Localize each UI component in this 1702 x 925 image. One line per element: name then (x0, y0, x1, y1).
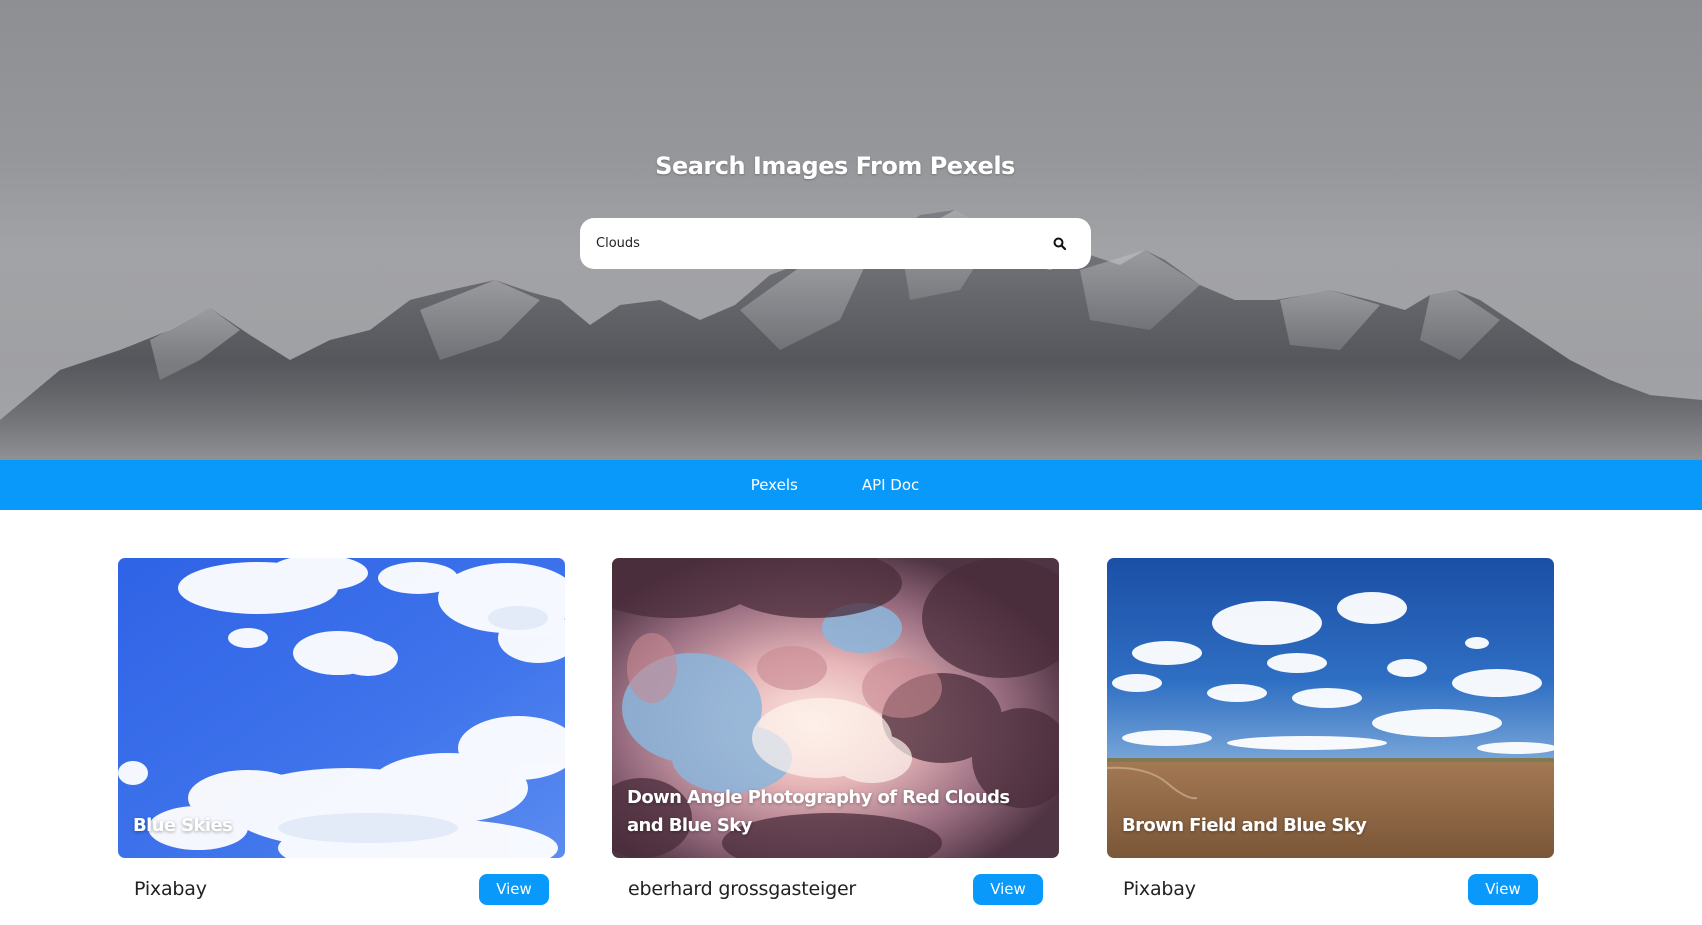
view-button[interactable]: View (973, 873, 1043, 905)
nav-link-api-doc[interactable]: API Doc (862, 476, 919, 494)
search-bar (580, 218, 1091, 269)
photographer-name: Pixabay (1123, 878, 1196, 900)
image-card: Brown Field and Blue Sky Pixabay View (1107, 558, 1554, 920)
search-button[interactable] (1047, 232, 1071, 256)
nav-link-pexels[interactable]: Pexels (751, 476, 798, 494)
card-footer: Pixabay View (118, 858, 565, 920)
page-title: Search Images From Pexels (655, 152, 1015, 180)
view-button[interactable]: View (479, 873, 549, 905)
search-input[interactable] (596, 236, 1047, 251)
card-caption: Brown Field and Blue Sky (1122, 815, 1367, 836)
hero-banner: Search Images From Pexels (0, 0, 1702, 460)
view-button[interactable]: View (1468, 873, 1538, 905)
image-results-grid: Blue Skies Pixabay View Down Angle Photo… (0, 510, 1702, 925)
card-footer: Pixabay View (1107, 858, 1554, 920)
nav-bar: Pexels API Doc (0, 460, 1702, 510)
card-image[interactable]: Blue Skies (118, 558, 565, 858)
photographer-name: eberhard grossgasteiger (628, 878, 857, 900)
image-card: Down Angle Photography of Red Clouds and… (612, 558, 1059, 920)
search-icon (1053, 237, 1066, 250)
image-card: Blue Skies Pixabay View (118, 558, 565, 920)
card-footer: eberhard grossgasteiger View (612, 858, 1059, 920)
card-caption: Down Angle Photography of Red Clouds and… (627, 787, 1010, 836)
card-caption: Blue Skies (133, 815, 233, 836)
photographer-name: Pixabay (134, 878, 207, 900)
card-image[interactable]: Down Angle Photography of Red Clouds and… (612, 558, 1059, 858)
card-image[interactable]: Brown Field and Blue Sky (1107, 558, 1554, 858)
